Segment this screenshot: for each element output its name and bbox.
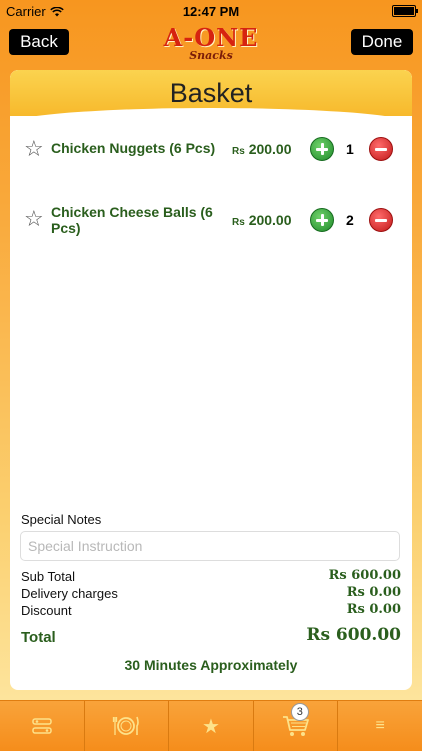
total-label: Total	[21, 629, 56, 646]
discount-label: Discount	[21, 603, 72, 618]
delivery-charges-value: Rs 0.00	[346, 585, 401, 600]
delivery-eta: 30 Minutes Approximately	[124, 657, 298, 673]
basket-card: Basket ☆ Chicken Nuggets (6 Pcs) Rs 200.…	[10, 70, 412, 690]
favorite-star-icon[interactable]: ☆	[24, 138, 44, 160]
tab-more[interactable]: ≡	[338, 701, 422, 751]
cart-count-badge: 3	[290, 703, 309, 721]
hamburger-icon: ≡	[375, 717, 385, 734]
status-time: 12:47 PM	[182, 4, 240, 19]
battery-icon	[392, 5, 418, 17]
delivery-charges-label: Delivery charges	[21, 586, 118, 601]
tab-favorites[interactable]: ★	[169, 701, 254, 751]
done-button[interactable]: Done	[351, 29, 413, 55]
special-notes-label: Special Notes	[21, 512, 102, 527]
item-price-value: 200.00	[248, 141, 292, 157]
item-price: Rs 200.00	[232, 141, 292, 157]
item-quantity: 2	[346, 212, 354, 228]
status-bar: Carrier 12:47 PM	[0, 0, 422, 22]
star-icon: ★	[202, 715, 220, 738]
basket-title: Basket	[169, 78, 253, 108]
logo: A-ONE Snacks	[148, 23, 274, 62]
logo-main-text: A-ONE	[163, 23, 259, 52]
item-quantity: 1	[346, 141, 354, 157]
discount-value: Rs 0.00	[346, 602, 401, 617]
logo-sub-text: Snacks	[189, 49, 233, 62]
sub-total-value: Rs 600.00	[328, 568, 401, 583]
tab-cart[interactable]: 3	[254, 701, 339, 751]
menu-list-icon	[32, 718, 52, 734]
item-price-value: 200.00	[248, 212, 292, 228]
basket-item: ☆ Chicken Cheese Balls (6 Pcs) Rs 200.00…	[10, 203, 412, 243]
total-value: Rs 600.00	[306, 625, 401, 645]
basket-item: ☆ Chicken Nuggets (6 Pcs) Rs 200.00 1	[10, 134, 412, 174]
item-currency: Rs	[232, 217, 245, 228]
tab-bar: ★ 3 ≡	[0, 700, 422, 751]
plate-cutlery-icon	[113, 716, 140, 735]
increase-quantity-button[interactable]	[310, 137, 334, 161]
sub-total-label: Sub Total	[21, 569, 75, 584]
decrease-quantity-button[interactable]	[369, 208, 393, 232]
tab-menu[interactable]	[85, 701, 170, 751]
item-currency: Rs	[232, 146, 245, 157]
back-button[interactable]: Back	[9, 29, 69, 55]
special-instruction-input[interactable]	[20, 531, 400, 561]
increase-quantity-button[interactable]	[310, 208, 334, 232]
item-name: Chicken Nuggets (6 Pcs)	[51, 140, 216, 156]
favorite-star-icon[interactable]: ☆	[24, 208, 44, 230]
item-price: Rs 200.00	[232, 212, 292, 228]
item-name: Chicken Cheese Balls (6 Pcs)	[51, 204, 213, 236]
decrease-quantity-button[interactable]	[369, 137, 393, 161]
tab-menu-list[interactable]	[0, 701, 85, 751]
